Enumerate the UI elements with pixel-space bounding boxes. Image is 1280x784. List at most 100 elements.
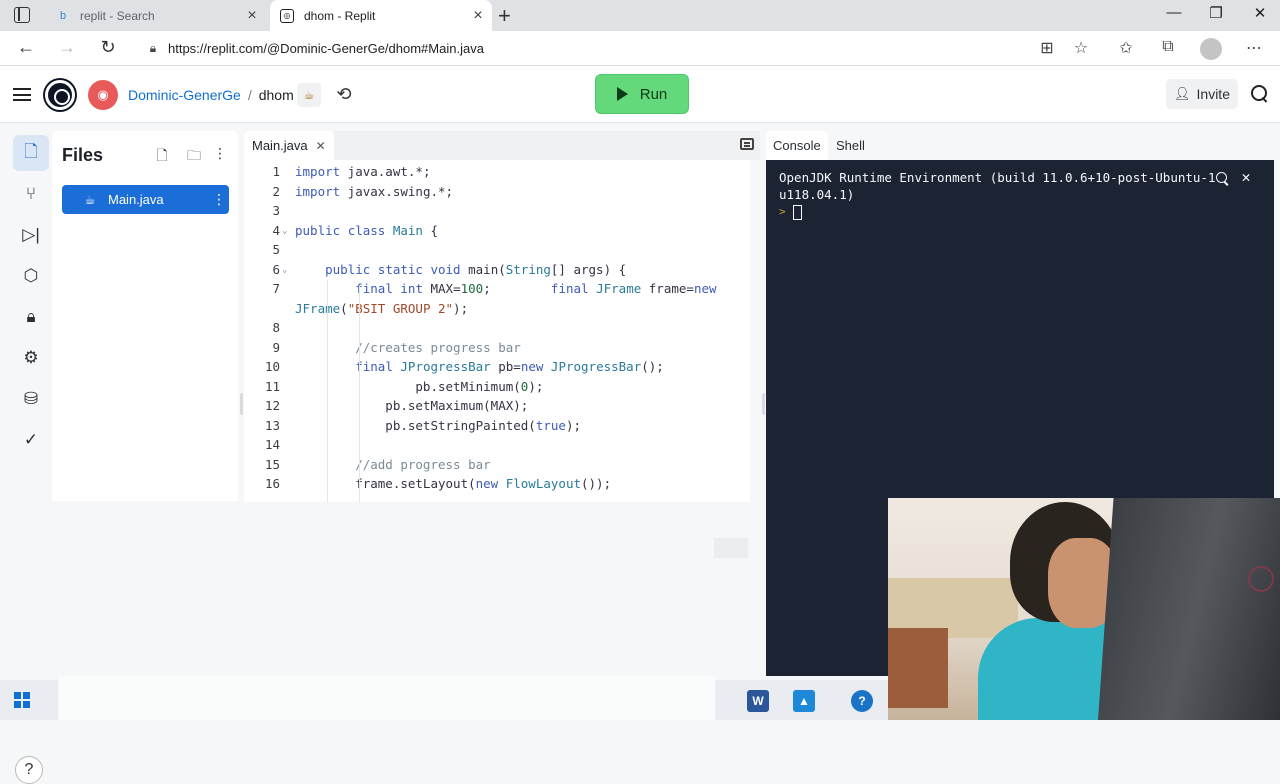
- screen-overlay: [58, 676, 715, 720]
- help-button[interactable]: ?: [15, 756, 43, 784]
- run-button[interactable]: Run: [595, 74, 689, 114]
- packages-icon[interactable]: ⬡: [13, 258, 49, 294]
- windows-start-icon[interactable]: [14, 692, 30, 708]
- code-text: //creates progress bar: [295, 339, 521, 355]
- tab-actions-icon[interactable]: [14, 7, 30, 23]
- breadcrumb-separator: /: [247, 87, 252, 103]
- console-layout-icon[interactable]: [740, 138, 754, 150]
- replit-logo[interactable]: [45, 80, 75, 110]
- java-language-icon[interactable]: ☕︎: [297, 83, 321, 107]
- code-line[interactable]: 9 //creates progress bar: [244, 340, 750, 360]
- invite-label: Invite: [1196, 86, 1230, 102]
- secrets-icon[interactable]: 🔒︎: [13, 299, 49, 335]
- collections-icon[interactable]: ⧉: [1157, 38, 1179, 56]
- code-line[interactable]: 12 pb.setMaximum(MAX);: [244, 398, 750, 418]
- search-icon[interactable]: [1250, 84, 1270, 104]
- run-label: Run: [639, 85, 668, 103]
- word-app-icon[interactable]: W: [747, 690, 769, 712]
- code-line[interactable]: 8: [244, 320, 750, 340]
- back-icon[interactable]: ←: [14, 37, 38, 58]
- editor-scrollbar[interactable]: [750, 160, 760, 502]
- line-number: 4: [272, 222, 280, 238]
- editor-resize-handle[interactable]: [762, 393, 765, 415]
- webcam-overlay: [888, 498, 1280, 720]
- help-app-icon[interactable]: ?: [851, 690, 873, 712]
- code-line[interactable]: 15 //add progress bar: [244, 457, 750, 477]
- close-tab-icon[interactable]: ×: [464, 7, 492, 25]
- editor-tab-main-java[interactable]: Main.java ✕: [244, 131, 334, 160]
- close-tab-icon[interactable]: ×: [238, 7, 266, 25]
- forward-icon[interactable]: →: [55, 37, 79, 58]
- console-search-icon[interactable]: [1215, 171, 1231, 187]
- git-icon[interactable]: ⑂: [13, 176, 49, 212]
- play-icon: [616, 87, 628, 101]
- more-menu-icon[interactable]: ⋯: [1243, 38, 1265, 58]
- code-line[interactable]: 14: [244, 437, 750, 457]
- line-number: 15: [264, 456, 280, 472]
- close-tab-icon[interactable]: ✕: [316, 139, 326, 153]
- new-file-icon[interactable]: 🗋: [152, 145, 172, 169]
- line-number: 6: [272, 261, 280, 277]
- tool-rail: 🗋 ⑂ ▷| ⬡ 🔒︎ ⚙ ⛁ ✓ ?: [0, 123, 52, 784]
- code-line[interactable]: 7 final int MAX=100; final JFrame frame=…: [244, 281, 750, 301]
- console-line: OpenJDK Runtime Environment (build 11.0.…: [779, 170, 1216, 185]
- console-cursor: [793, 205, 802, 220]
- photos-app-icon[interactable]: ▲: [793, 690, 815, 712]
- restore-button[interactable]: ❐: [1196, 4, 1236, 22]
- code-line[interactable]: 3: [244, 203, 750, 223]
- breadcrumb: Dominic-GenerGe / dhom: [128, 87, 294, 103]
- lock-icon[interactable]: 🔒︎: [138, 41, 168, 56]
- tab-shell[interactable]: Shell: [829, 131, 872, 160]
- close-window-button[interactable]: ✕: [1240, 4, 1280, 22]
- code-editor[interactable]: 1 import java.awt.*; 2 import javax.swing.*…: [244, 160, 750, 502]
- code-line[interactable]: 4 ⌄ public class Main {: [244, 223, 750, 243]
- menu-icon[interactable]: [13, 88, 31, 101]
- replit-icon: ◎: [280, 8, 294, 23]
- add-favorite-icon[interactable]: ☆: [1070, 38, 1092, 58]
- minimize-button[interactable]: —: [1154, 4, 1194, 21]
- hp-logo-icon: [1248, 566, 1274, 592]
- editor-tabbar: Main.java ✕: [244, 131, 760, 160]
- code-line[interactable]: JFrame("BSIT GROUP 2");: [244, 301, 750, 321]
- refresh-icon[interactable]: ↻: [96, 37, 120, 58]
- console-clear-icon[interactable]: ✕: [1238, 168, 1254, 186]
- browser-tab-search[interactable]: b replit - Search ×: [46, 0, 266, 31]
- app-available-icon[interactable]: ⊞: [1036, 38, 1058, 58]
- console-tabbar: Console Shell: [766, 131, 1274, 160]
- line-number: 3: [272, 203, 280, 218]
- database-icon[interactable]: ⛁: [13, 381, 49, 417]
- code-line[interactable]: 1 import java.awt.*;: [244, 164, 750, 184]
- repl-name[interactable]: dhom: [259, 87, 294, 103]
- history-icon[interactable]: ⟲: [334, 84, 354, 104]
- new-folder-icon[interactable]: 🗀: [184, 145, 204, 169]
- favorites-icon[interactable]: ✩: [1115, 38, 1137, 58]
- files-title: Files: [62, 145, 104, 165]
- browser-tab-replit[interactable]: ◎ dhom - Replit ×: [270, 0, 492, 31]
- files-resize-handle[interactable]: [240, 393, 243, 415]
- debugger-icon[interactable]: ▷|: [13, 217, 49, 253]
- checks-icon[interactable]: ✓: [13, 422, 49, 458]
- fold-chevron-icon[interactable]: ⌄: [282, 265, 287, 275]
- code-line[interactable]: 10 final JProgressBar pb=new JProgressBa…: [244, 359, 750, 379]
- code-line[interactable]: 6 ⌄ public static void main(String[] args…: [244, 262, 750, 282]
- code-line[interactable]: 11 pb.setMinimum(0);: [244, 379, 750, 399]
- line-number: 10: [264, 359, 280, 374]
- invite-button[interactable]: 👤︎ Invite: [1166, 79, 1238, 109]
- more-options-icon[interactable]: ⋮: [210, 145, 230, 162]
- username-link[interactable]: Dominic-GenerGe: [128, 87, 241, 103]
- file-item-main-java[interactable]: ☕︎ Main.java ⋮: [62, 185, 229, 214]
- new-tab-button[interactable]: +: [498, 3, 511, 29]
- settings-icon[interactable]: ⚙: [13, 340, 49, 376]
- tab-console[interactable]: Console: [766, 131, 828, 160]
- user-avatar[interactable]: ◉: [88, 80, 118, 110]
- code-line[interactable]: 13 pb.setStringPainted(true);: [244, 418, 750, 438]
- code-line[interactable]: 16 frame.setLayout(new FlowLayout());: [244, 476, 750, 496]
- fold-chevron-icon[interactable]: ⌄: [282, 226, 287, 236]
- code-line[interactable]: 2 import javax.swing.*;: [244, 184, 750, 204]
- url-field[interactable]: 🔒︎ https://replit.com/@Dominic-GenerGe/d…: [138, 34, 1066, 63]
- file-menu-icon[interactable]: ⋮: [209, 191, 229, 208]
- code-line[interactable]: 5: [244, 242, 750, 262]
- webcam-shelf: [888, 628, 948, 708]
- profile-avatar[interactable]: [1200, 38, 1222, 60]
- files-icon[interactable]: 🗋: [13, 135, 49, 171]
